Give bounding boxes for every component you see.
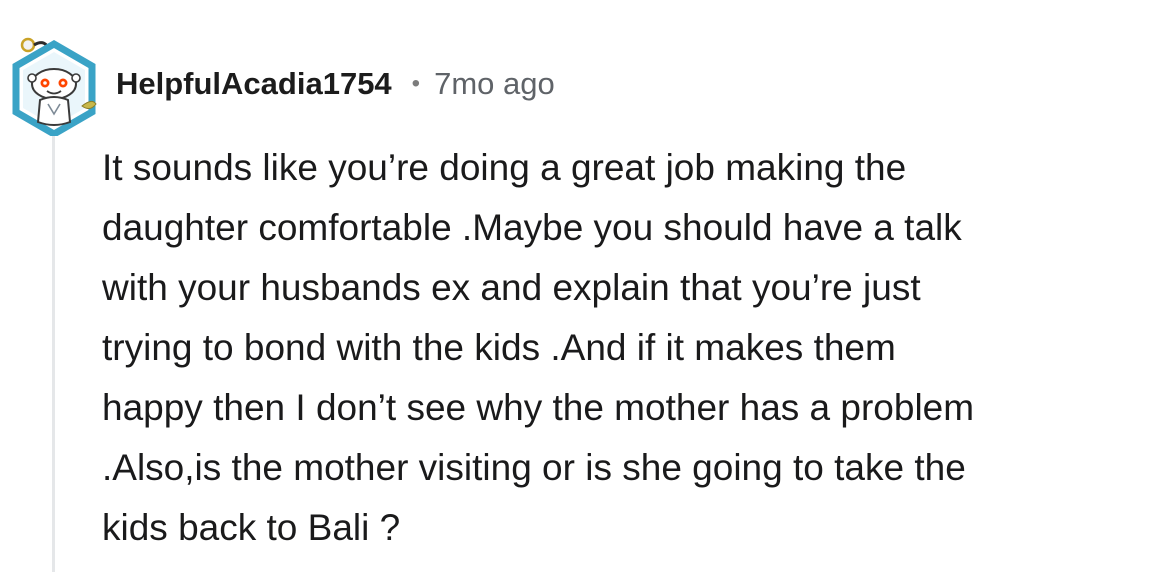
comment-line: daughter comfortable .Maybe you should h… bbox=[102, 207, 962, 248]
comment-line: kids back to Bali ? bbox=[102, 507, 401, 548]
comment: HelpfulAcadia1754 • 7mo ago It sounds li… bbox=[0, 0, 1152, 572]
comment-timestamp[interactable]: 7mo ago bbox=[434, 66, 555, 102]
snoo-avatar-icon bbox=[12, 37, 97, 139]
meta-separator: • bbox=[411, 70, 421, 97]
thread-line[interactable] bbox=[52, 130, 55, 572]
author-username[interactable]: HelpfulAcadia1754 bbox=[116, 66, 392, 102]
comment-body: It sounds like you’re doing a great job … bbox=[102, 138, 1142, 558]
comment-line: with your husbands ex and explain that y… bbox=[102, 267, 921, 308]
comment-line: .Also,is the mother visiting or is she g… bbox=[102, 447, 966, 488]
user-avatar[interactable] bbox=[8, 28, 100, 139]
comment-line: happy then I don’t see why the mother ha… bbox=[102, 387, 975, 428]
comment-line: It sounds like you’re doing a great job … bbox=[102, 147, 907, 188]
comment-header: HelpfulAcadia1754 • 7mo ago bbox=[116, 64, 555, 104]
comment-line: trying to bond with the kids .And if it … bbox=[102, 327, 896, 368]
